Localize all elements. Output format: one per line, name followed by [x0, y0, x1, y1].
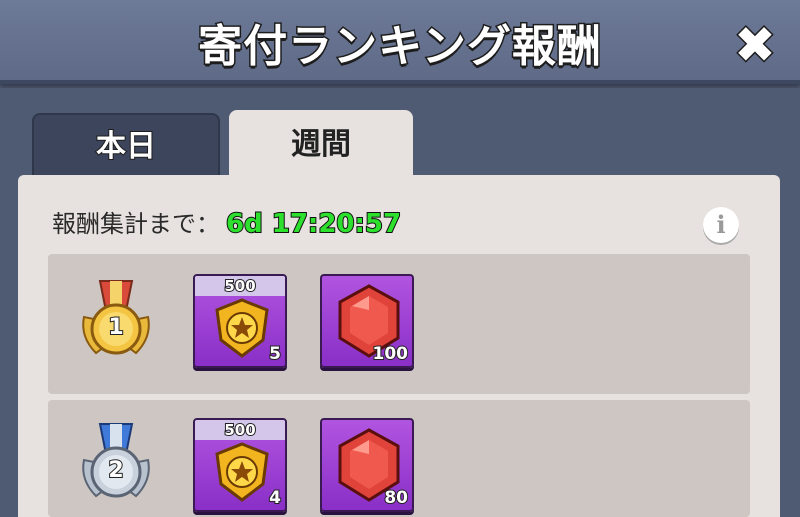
- reward-gem[interactable]: 80: [320, 418, 414, 512]
- reward-star-badge[interactable]: 500 5: [193, 274, 287, 368]
- reward-quantity: 4: [268, 487, 282, 509]
- title-bar: 寄付ランキング報酬: [0, 0, 800, 84]
- countdown-timer: 6d 17:20:57: [225, 208, 402, 240]
- reward-quantity: 80: [383, 487, 409, 509]
- close-button[interactable]: ✖: [730, 19, 780, 72]
- reward-top-label: 500: [195, 420, 285, 440]
- timer-label: 報酬集計まで：: [52, 210, 220, 238]
- tab-weekly[interactable]: 週間: [229, 110, 413, 180]
- reward-star-badge[interactable]: 500 4: [193, 418, 287, 512]
- reward-top-label: 500: [195, 276, 285, 296]
- info-icon[interactable]: i: [703, 207, 739, 243]
- gold-medal-icon: 1: [76, 277, 156, 367]
- tab-today[interactable]: 本日: [32, 113, 220, 177]
- silver-medal-icon: 2: [76, 420, 156, 510]
- reward-quantity: 100: [372, 343, 409, 365]
- rank-number: 1: [107, 314, 124, 341]
- timer-row: 報酬集計まで： 6d 17:20:57: [52, 204, 402, 240]
- page-title: 寄付ランキング報酬: [197, 20, 603, 74]
- rank-number: 2: [107, 457, 124, 484]
- reward-gem[interactable]: 100: [320, 274, 414, 368]
- reward-quantity: 5: [268, 343, 282, 365]
